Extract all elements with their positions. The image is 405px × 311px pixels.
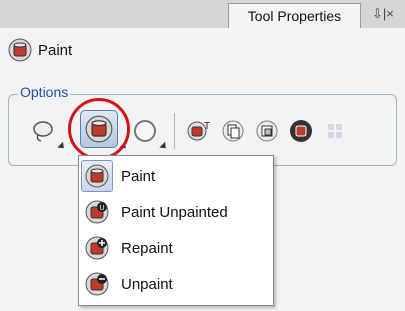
paint-text-icon: T (187, 121, 210, 141)
highlight-circle (68, 98, 130, 160)
grid-button[interactable] (320, 116, 350, 146)
menu-item-label: Unpaint (121, 275, 173, 293)
paint-bucket-icon (8, 38, 32, 67)
menu-item-paint-unpainted[interactable]: U Paint Unpainted (81, 194, 269, 230)
menu-item-repaint[interactable]: Repaint (81, 230, 269, 266)
paint-bucket-icon (81, 160, 113, 192)
tab-controls[interactable]: ⇩|× (372, 6, 394, 22)
tool-title: Paint (38, 42, 73, 59)
grid-icon (328, 124, 342, 138)
toolbar-separator (174, 113, 175, 149)
circle-icon (134, 120, 156, 142)
copy-paste-button[interactable] (218, 116, 248, 146)
svg-text:T: T (204, 121, 210, 132)
paint-text-button[interactable]: T (184, 116, 214, 146)
paste-icon (256, 120, 278, 142)
paint-unpainted-icon: U (81, 196, 113, 228)
paint-mode-menu: Paint U Paint Unpainted Repaint Unpaint (78, 155, 274, 306)
circle-button[interactable] (130, 116, 160, 146)
paste-button[interactable] (252, 116, 282, 146)
menu-item-label: Repaint (121, 239, 173, 257)
lasso-icon (33, 121, 53, 142)
copy-paste-icon (222, 120, 244, 142)
svg-text:U: U (100, 205, 105, 212)
menu-item-paint[interactable]: Paint (81, 158, 269, 194)
menu-item-unpaint[interactable]: Unpaint (81, 266, 269, 302)
unpaint-icon (81, 268, 113, 300)
options-label: Options (18, 84, 71, 100)
paint-replace-icon (290, 120, 312, 142)
paint-replace-button[interactable] (286, 116, 316, 146)
menu-item-label: Paint Unpainted (121, 203, 228, 221)
tab-tool-properties[interactable]: Tool Properties (228, 3, 361, 28)
menu-item-label: Paint (121, 167, 156, 185)
repaint-icon (81, 232, 113, 264)
lasso-button[interactable] (28, 116, 58, 146)
